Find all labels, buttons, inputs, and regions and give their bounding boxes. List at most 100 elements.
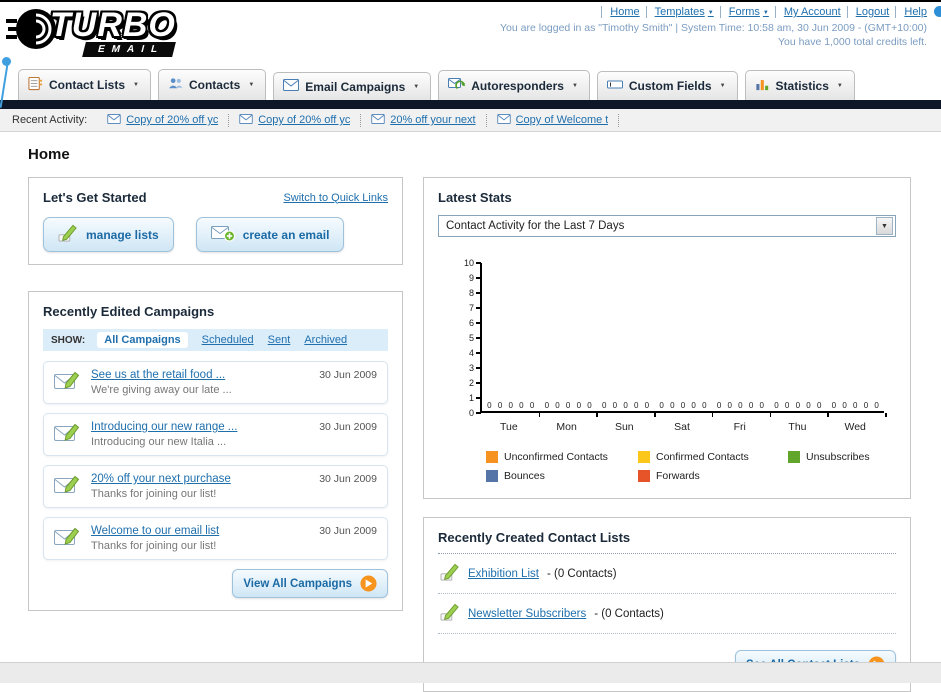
envelope-icon <box>239 113 253 127</box>
pencil-icon <box>58 224 78 245</box>
tab-label: Custom Fields <box>628 79 712 93</box>
envelope-plus-icon <box>210 224 235 245</box>
tab-contact-lists[interactable]: Contact Lists <box>18 69 151 100</box>
pencil-icon <box>440 603 460 624</box>
x-axis-label: Mon <box>556 421 577 433</box>
chevron-down-icon: ▼ <box>876 217 893 235</box>
campaign-title-link[interactable]: See us at the retail food ... <box>91 369 232 381</box>
campaign-list: See us at the retail food ... We're givi… <box>43 361 388 560</box>
bar-value-labels: 0 0 0 0 0 <box>716 401 764 410</box>
envelope-pencil-icon <box>54 525 81 550</box>
legend-label: Forwards <box>656 470 700 482</box>
corner-dot-decoration <box>934 6 941 17</box>
contact-list-count: - (0 Contacts) <box>594 607 664 620</box>
recent-activity-item[interactable]: 20% off your next <box>361 113 487 127</box>
contact-lists-icon <box>28 76 43 94</box>
contact-list-item[interactable]: Exhibition List - (0 Contacts) <box>438 554 896 594</box>
top-nav-link[interactable]: Help <box>895 6 927 18</box>
form-field-icon <box>606 78 623 94</box>
recent-activity-item[interactable]: Copy of Welcome tc <box>487 113 619 127</box>
recent-activity-item[interactable]: Copy of 20% off yc <box>97 113 230 127</box>
campaign-list-item[interactable]: 20% off your next purchase Thanks for jo… <box>43 465 388 508</box>
recent-activity-item[interactable]: Copy of 20% off yc <box>229 113 362 127</box>
legend-item: Unsubscribes <box>788 451 890 463</box>
campaign-filter-link[interactable]: All Campaigns <box>97 332 188 348</box>
x-axis-label: Sat <box>674 421 690 433</box>
legend-label: Bounces <box>504 470 545 482</box>
login-info: You are logged in as "Timothy Smith" | S… <box>500 22 927 34</box>
tab-email-campaigns[interactable]: Email Campaigns <box>273 72 432 100</box>
tab-label: Contacts <box>188 78 241 92</box>
switch-quick-links-link[interactable]: Switch to Quick Links <box>283 192 388 204</box>
recent-activity-link[interactable]: Copy of 20% off yc <box>126 114 218 126</box>
pencil-icon <box>440 563 460 584</box>
campaign-title-link[interactable]: 20% off your next purchase <box>91 473 231 485</box>
campaign-date: 30 Jun 2009 <box>319 369 377 381</box>
legend-swatch <box>638 470 650 482</box>
envelope-pencil-icon <box>54 369 81 394</box>
bar-value-labels: 0 0 0 0 0 <box>544 401 592 410</box>
envelope-icon <box>496 113 511 127</box>
top-nav-link[interactable]: Templates <box>645 6 714 18</box>
manage-lists-label: manage lists <box>86 227 159 242</box>
contact-list-item[interactable]: Newsletter Subscribers - (0 Contacts) <box>438 594 896 634</box>
x-axis-label: Thu <box>788 421 807 433</box>
campaign-list-item[interactable]: Introducing our new range ... Introducin… <box>43 413 388 456</box>
recent-activity-link[interactable]: Copy of 20% off yc <box>258 114 350 126</box>
legend-swatch <box>638 451 650 463</box>
campaign-subtitle: Thanks for joining our list! <box>91 488 217 500</box>
header-right: Home Templates Forms My Account Logout H… <box>500 6 927 48</box>
contact-list-link[interactable]: Newsletter Subscribers <box>468 608 586 620</box>
y-axis-tick-label: 2 <box>468 378 474 388</box>
get-started-panel: Let's Get Started Switch to Quick Links … <box>28 177 403 265</box>
tab-custom-fields[interactable]: Custom Fields <box>596 71 738 100</box>
campaign-filter-link[interactable]: Archived <box>304 334 347 346</box>
campaign-filter-link[interactable]: Sent <box>268 334 291 346</box>
stats-period-dropdown[interactable]: Contact Activity for the Last 7 Days ▼ <box>438 215 896 237</box>
bar-value-labels: 0 0 0 0 0 <box>601 401 650 410</box>
y-axis-tick-label: 8 <box>468 288 474 298</box>
tab-label: Email Campaigns <box>305 79 406 94</box>
legend-label: Confirmed Contacts <box>656 451 749 463</box>
page-footer <box>0 662 941 683</box>
envelope-pencil-icon <box>54 421 81 446</box>
campaign-subtitle: We're giving away our late ... <box>91 384 232 396</box>
top-nav-link[interactable]: Logout <box>846 6 889 18</box>
autoresponder-icon <box>448 77 466 94</box>
top-nav-link[interactable]: My Account <box>774 6 841 18</box>
contact-list-count: - (0 Contacts) <box>546 567 617 580</box>
latest-stats-panel: Latest Stats Contact Activity for the La… <box>423 177 911 499</box>
show-label: SHOW: <box>51 334 86 346</box>
view-all-campaigns-button[interactable]: View All Campaigns <box>232 569 388 598</box>
y-axis-tick-label: 5 <box>468 333 474 343</box>
legend-item: Unconfirmed Contacts <box>486 451 638 463</box>
top-nav-link[interactable]: Home <box>601 6 640 18</box>
legend-label: Unsubscribes <box>806 451 870 463</box>
contact-lists-title: Recently Created Contact Lists <box>438 530 631 545</box>
credits-info: You have 1,000 total credits left. <box>777 36 927 48</box>
tab-contacts[interactable]: Contacts <box>157 69 267 100</box>
campaign-list-item[interactable]: Welcome to our email list Thanks for joi… <box>43 517 388 560</box>
y-axis-tick-label: 7 <box>468 303 474 313</box>
view-all-campaigns-label: View All Campaigns <box>243 577 352 590</box>
campaign-filters: All Campaigns Scheduled Sent Archived <box>97 332 347 348</box>
tab-label: Statistics <box>775 78 829 93</box>
tab-statistics[interactable]: Statistics <box>744 70 855 100</box>
campaign-title-link[interactable]: Welcome to our email list <box>91 525 219 537</box>
recent-activity-link[interactable]: 20% off your next <box>390 114 475 126</box>
top-nav-link[interactable]: Forms <box>719 6 769 18</box>
main-content: Home Let's Get Started Switch to Quick L… <box>0 132 941 692</box>
recent-activity-link[interactable]: Copy of Welcome tc <box>516 114 608 126</box>
campaign-title-link[interactable]: Introducing our new range ... <box>91 421 237 433</box>
x-axis-label: Fri <box>733 421 746 433</box>
campaign-filter-link[interactable]: Scheduled <box>202 334 254 346</box>
y-axis-tick-label: 0 <box>468 408 474 418</box>
tab-autoresponders[interactable]: Autoresponders <box>438 70 590 100</box>
create-email-button[interactable]: create an email <box>195 217 345 252</box>
contact-list-link[interactable]: Exhibition List <box>468 568 539 580</box>
x-axis-label: Tue <box>500 421 518 433</box>
manage-lists-button[interactable]: manage lists <box>43 217 174 252</box>
stats-chart: 0 1 2 3 4 5 6 7 8 9 10 0 0 0 0 0 0 0 0 0 0 0 0 0 0 0 0… <box>444 258 890 482</box>
campaign-list-item[interactable]: See us at the retail food ... We're givi… <box>43 361 388 404</box>
recent-activity-bar: Recent Activity: Copy of 20% off yc Copy… <box>0 109 941 132</box>
